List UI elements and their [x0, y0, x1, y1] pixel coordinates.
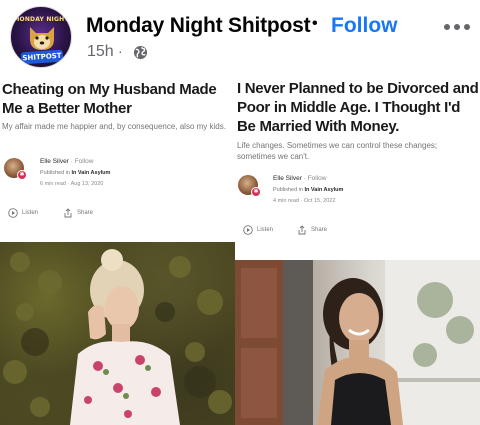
post-header: MONDAY NIGHT SHITPOST Monday Night Shitp… — [0, 0, 480, 76]
author-follow-link[interactable]: Follow — [75, 158, 94, 165]
publish-date: Aug 13, 2020 — [70, 181, 104, 187]
publish-date: Oct 15, 2022 — [303, 198, 336, 204]
doge-icon — [30, 27, 54, 50]
share-icon — [298, 225, 306, 235]
read-time: 6 min read — [40, 181, 66, 187]
publication-line: Published in In Vain Asylum — [40, 170, 110, 176]
more-dots-icon[interactable] — [444, 22, 470, 32]
avatar-badge: SHITPOST — [20, 49, 64, 65]
follow-button[interactable]: Follow — [331, 14, 398, 38]
article-subtitle: My affair made me happier and, by conseq… — [2, 122, 226, 131]
article-subtitle: Life changes. Sometimes we can control t… — [237, 141, 438, 161]
article-title[interactable]: I Never Planned to be Divorced and Poor … — [237, 79, 480, 136]
listen-button[interactable]: Listen — [243, 225, 273, 235]
publication-line: Published in In Vain Asylum — [273, 187, 343, 193]
share-label: Share — [77, 210, 94, 216]
published-prefix: Published in — [40, 170, 70, 176]
article-meta: 6 min read · Aug 13, 2020 — [40, 181, 104, 187]
article-meta: 4 min read · Oct 15, 2022 — [273, 198, 336, 204]
publication-badge-icon: ✱ — [251, 187, 261, 197]
share-label: Share — [311, 227, 328, 233]
share-icon — [64, 208, 72, 218]
published-prefix: Published in — [273, 187, 303, 193]
author-line: Elle Silver · Follow — [40, 158, 94, 165]
article-card-right[interactable]: I Never Planned to be Divorced and Poor … — [235, 76, 480, 260]
header-separator: • — [312, 15, 318, 32]
play-circle-icon — [8, 208, 18, 218]
listen-button[interactable]: Listen — [8, 208, 38, 218]
post-timestamp[interactable]: 15h — [87, 43, 114, 61]
listen-label: Listen — [22, 210, 39, 216]
page-avatar[interactable]: MONDAY NIGHT SHITPOST — [10, 6, 72, 68]
author-name[interactable]: Elle Silver — [273, 175, 302, 182]
read-time: 4 min read — [273, 198, 299, 204]
publication-name[interactable]: In Vain Asylum — [305, 187, 344, 193]
publication-name[interactable]: In Vain Asylum — [72, 170, 111, 176]
listen-label: Listen — [257, 227, 274, 233]
author-name[interactable]: Elle Silver — [40, 158, 69, 165]
woman-portrait-photo — [3, 249, 232, 425]
publication-badge-icon: ✱ — [17, 170, 27, 180]
play-circle-icon — [243, 225, 253, 235]
share-button[interactable]: Share — [63, 208, 93, 218]
time-separator: · — [118, 43, 123, 59]
article-card-left[interactable]: Cheating on My Husband Made Me a Better … — [0, 76, 235, 242]
avatar-top-text: MONDAY NIGHT — [13, 16, 69, 23]
page-name[interactable]: Monday Night Shitpost — [86, 14, 311, 38]
author-line: Elle Silver · Follow — [273, 175, 327, 182]
article-photo-right[interactable] — [235, 260, 480, 425]
author-follow-link[interactable]: Follow — [308, 175, 327, 182]
article-title[interactable]: Cheating on My Husband Made Me a Better … — [2, 80, 234, 118]
article-photo-left[interactable] — [0, 242, 235, 425]
smiling-woman-photo — [235, 260, 480, 425]
share-button[interactable]: Share — [297, 225, 327, 235]
globe-icon — [133, 45, 148, 60]
